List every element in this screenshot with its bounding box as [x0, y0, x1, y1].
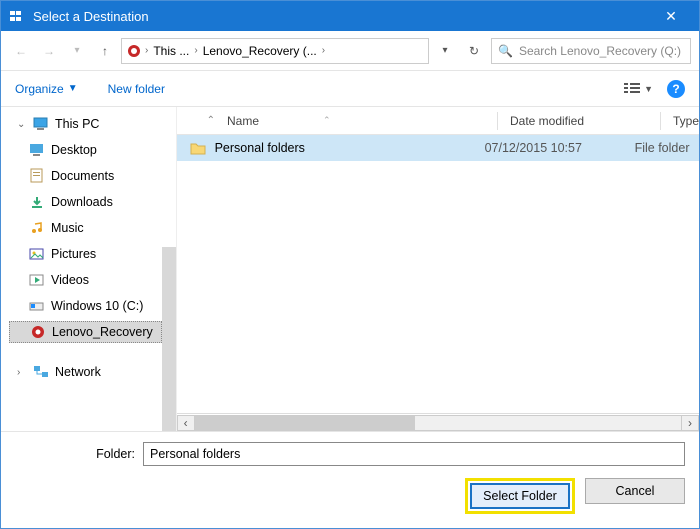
column-date[interactable]: Date modified — [510, 114, 660, 128]
footer: Folder: Select Folder Cancel — [1, 431, 699, 528]
drive-icon — [126, 43, 142, 59]
cancel-button[interactable]: Cancel — [585, 478, 685, 504]
expand-icon[interactable]: › — [17, 367, 27, 378]
downloads-icon — [29, 194, 45, 210]
column-headers: ⌃ Name ⌃ Date modified Type — [177, 107, 699, 135]
pc-icon — [33, 116, 49, 132]
network-icon — [33, 364, 49, 380]
new-folder-button[interactable]: New folder — [108, 82, 165, 96]
column-name[interactable]: Name ⌃ — [227, 114, 497, 128]
nav-bar: ← → ▾ ↑ › This ... › Lenovo_Recovery (..… — [1, 31, 699, 71]
splitter-handle[interactable] — [162, 247, 176, 431]
file-list-pane: ⌃ Name ⌃ Date modified Type Personal fol… — [176, 107, 699, 431]
highlight-annotation: Select Folder — [465, 478, 575, 514]
drive-windows-icon — [29, 298, 45, 314]
tree-music[interactable]: Music — [9, 217, 162, 239]
tree-network[interactable]: › Network — [9, 361, 162, 383]
back-button[interactable]: ← — [9, 39, 33, 63]
scroll-left-icon[interactable]: ‹ — [177, 415, 195, 431]
close-button[interactable]: ✕ — [651, 8, 691, 25]
tree-documents[interactable]: Documents — [9, 165, 162, 187]
app-icon — [9, 8, 25, 24]
pictures-icon — [29, 246, 45, 262]
tree-label: Videos — [51, 273, 89, 287]
column-type[interactable]: Type — [673, 114, 699, 128]
header-chevron-icon[interactable]: ⌃ — [207, 115, 215, 126]
file-date: 07/12/2015 10:57 — [485, 141, 635, 155]
scroll-track[interactable] — [195, 415, 681, 431]
file-row[interactable]: Personal folders 07/12/2015 10:57 File f… — [177, 135, 699, 161]
tree-label: Network — [55, 365, 101, 379]
up-button[interactable]: ↑ — [93, 39, 117, 63]
search-placeholder: Search Lenovo_Recovery (Q:) — [519, 44, 681, 58]
tree-videos[interactable]: Videos — [9, 269, 162, 291]
search-input[interactable]: 🔍 Search Lenovo_Recovery (Q:) — [491, 38, 691, 64]
tree-label: Desktop — [51, 143, 97, 157]
chevron-down-icon: ▼ — [68, 83, 78, 94]
view-mode-button[interactable]: ▼ — [624, 82, 653, 96]
scroll-right-icon[interactable]: › — [681, 415, 699, 431]
chevron-right-icon: › — [319, 45, 328, 56]
chevron-right-icon: › — [191, 45, 200, 56]
view-list-icon — [624, 82, 642, 96]
file-type: File folder — [635, 141, 699, 155]
music-icon — [29, 220, 45, 236]
tree-windows-c[interactable]: Windows 10 (C:) — [9, 295, 162, 317]
folder-input[interactable] — [143, 442, 685, 466]
recent-dropdown-icon[interactable]: ▾ — [65, 39, 89, 63]
tree-label: Pictures — [51, 247, 96, 261]
breadcrumb-dropdown-icon[interactable]: ▾ — [433, 39, 457, 63]
organize-menu[interactable]: Organize ▼ — [15, 82, 78, 96]
desktop-icon — [29, 142, 45, 158]
tree-pictures[interactable]: Pictures — [9, 243, 162, 265]
select-folder-button[interactable]: Select Folder — [470, 483, 570, 509]
chevron-down-icon: ▼ — [644, 84, 653, 94]
tree-desktop[interactable]: Desktop — [9, 139, 162, 161]
forward-button[interactable]: → — [37, 39, 61, 63]
folder-label: Folder: — [15, 447, 135, 461]
horizontal-scrollbar[interactable]: ‹ › — [177, 413, 699, 431]
search-icon: 🔍 — [498, 44, 513, 58]
tree-label: This PC — [55, 117, 99, 131]
column-label: Name — [227, 114, 259, 128]
organize-label: Organize — [15, 82, 64, 96]
tree-downloads[interactable]: Downloads — [9, 191, 162, 213]
tree-lenovo-recovery[interactable]: Lenovo_Recovery — [9, 321, 162, 343]
scroll-thumb[interactable] — [195, 416, 415, 430]
file-list: Personal folders 07/12/2015 10:57 File f… — [177, 135, 699, 413]
drive-recovery-icon — [30, 324, 46, 340]
tree-label: Documents — [51, 169, 114, 183]
toolbar: Organize ▼ New folder ▼ ? — [1, 71, 699, 107]
main-area: ⌄ This PC Desktop Documents Downloads Mu… — [1, 107, 699, 431]
documents-icon — [29, 168, 45, 184]
help-button[interactable]: ? — [667, 80, 685, 98]
tree-label: Lenovo_Recovery — [52, 325, 153, 339]
title-bar: Select a Destination ✕ — [1, 1, 699, 31]
folder-tree: ⌄ This PC Desktop Documents Downloads Mu… — [1, 107, 162, 431]
tree-label: Music — [51, 221, 84, 235]
folder-input-row: Folder: — [15, 442, 685, 466]
tree-label: Windows 10 (C:) — [51, 299, 143, 313]
folder-icon — [189, 139, 207, 157]
breadcrumb[interactable]: › This ... › Lenovo_Recovery (... › — [121, 38, 429, 64]
expand-icon[interactable]: ⌄ — [17, 119, 27, 130]
videos-icon — [29, 272, 45, 288]
window-title: Select a Destination — [33, 9, 651, 24]
tree-label: Downloads — [51, 195, 113, 209]
tree-this-pc[interactable]: ⌄ This PC — [9, 113, 162, 135]
breadcrumb-drive[interactable]: Lenovo_Recovery (... — [201, 44, 319, 58]
file-name: Personal folders — [215, 141, 485, 155]
refresh-button[interactable]: ↻ — [461, 38, 487, 64]
sort-asc-icon: ⌃ — [323, 115, 331, 126]
breadcrumb-thispc[interactable]: This ... — [151, 44, 191, 58]
chevron-right-icon: › — [142, 45, 151, 56]
